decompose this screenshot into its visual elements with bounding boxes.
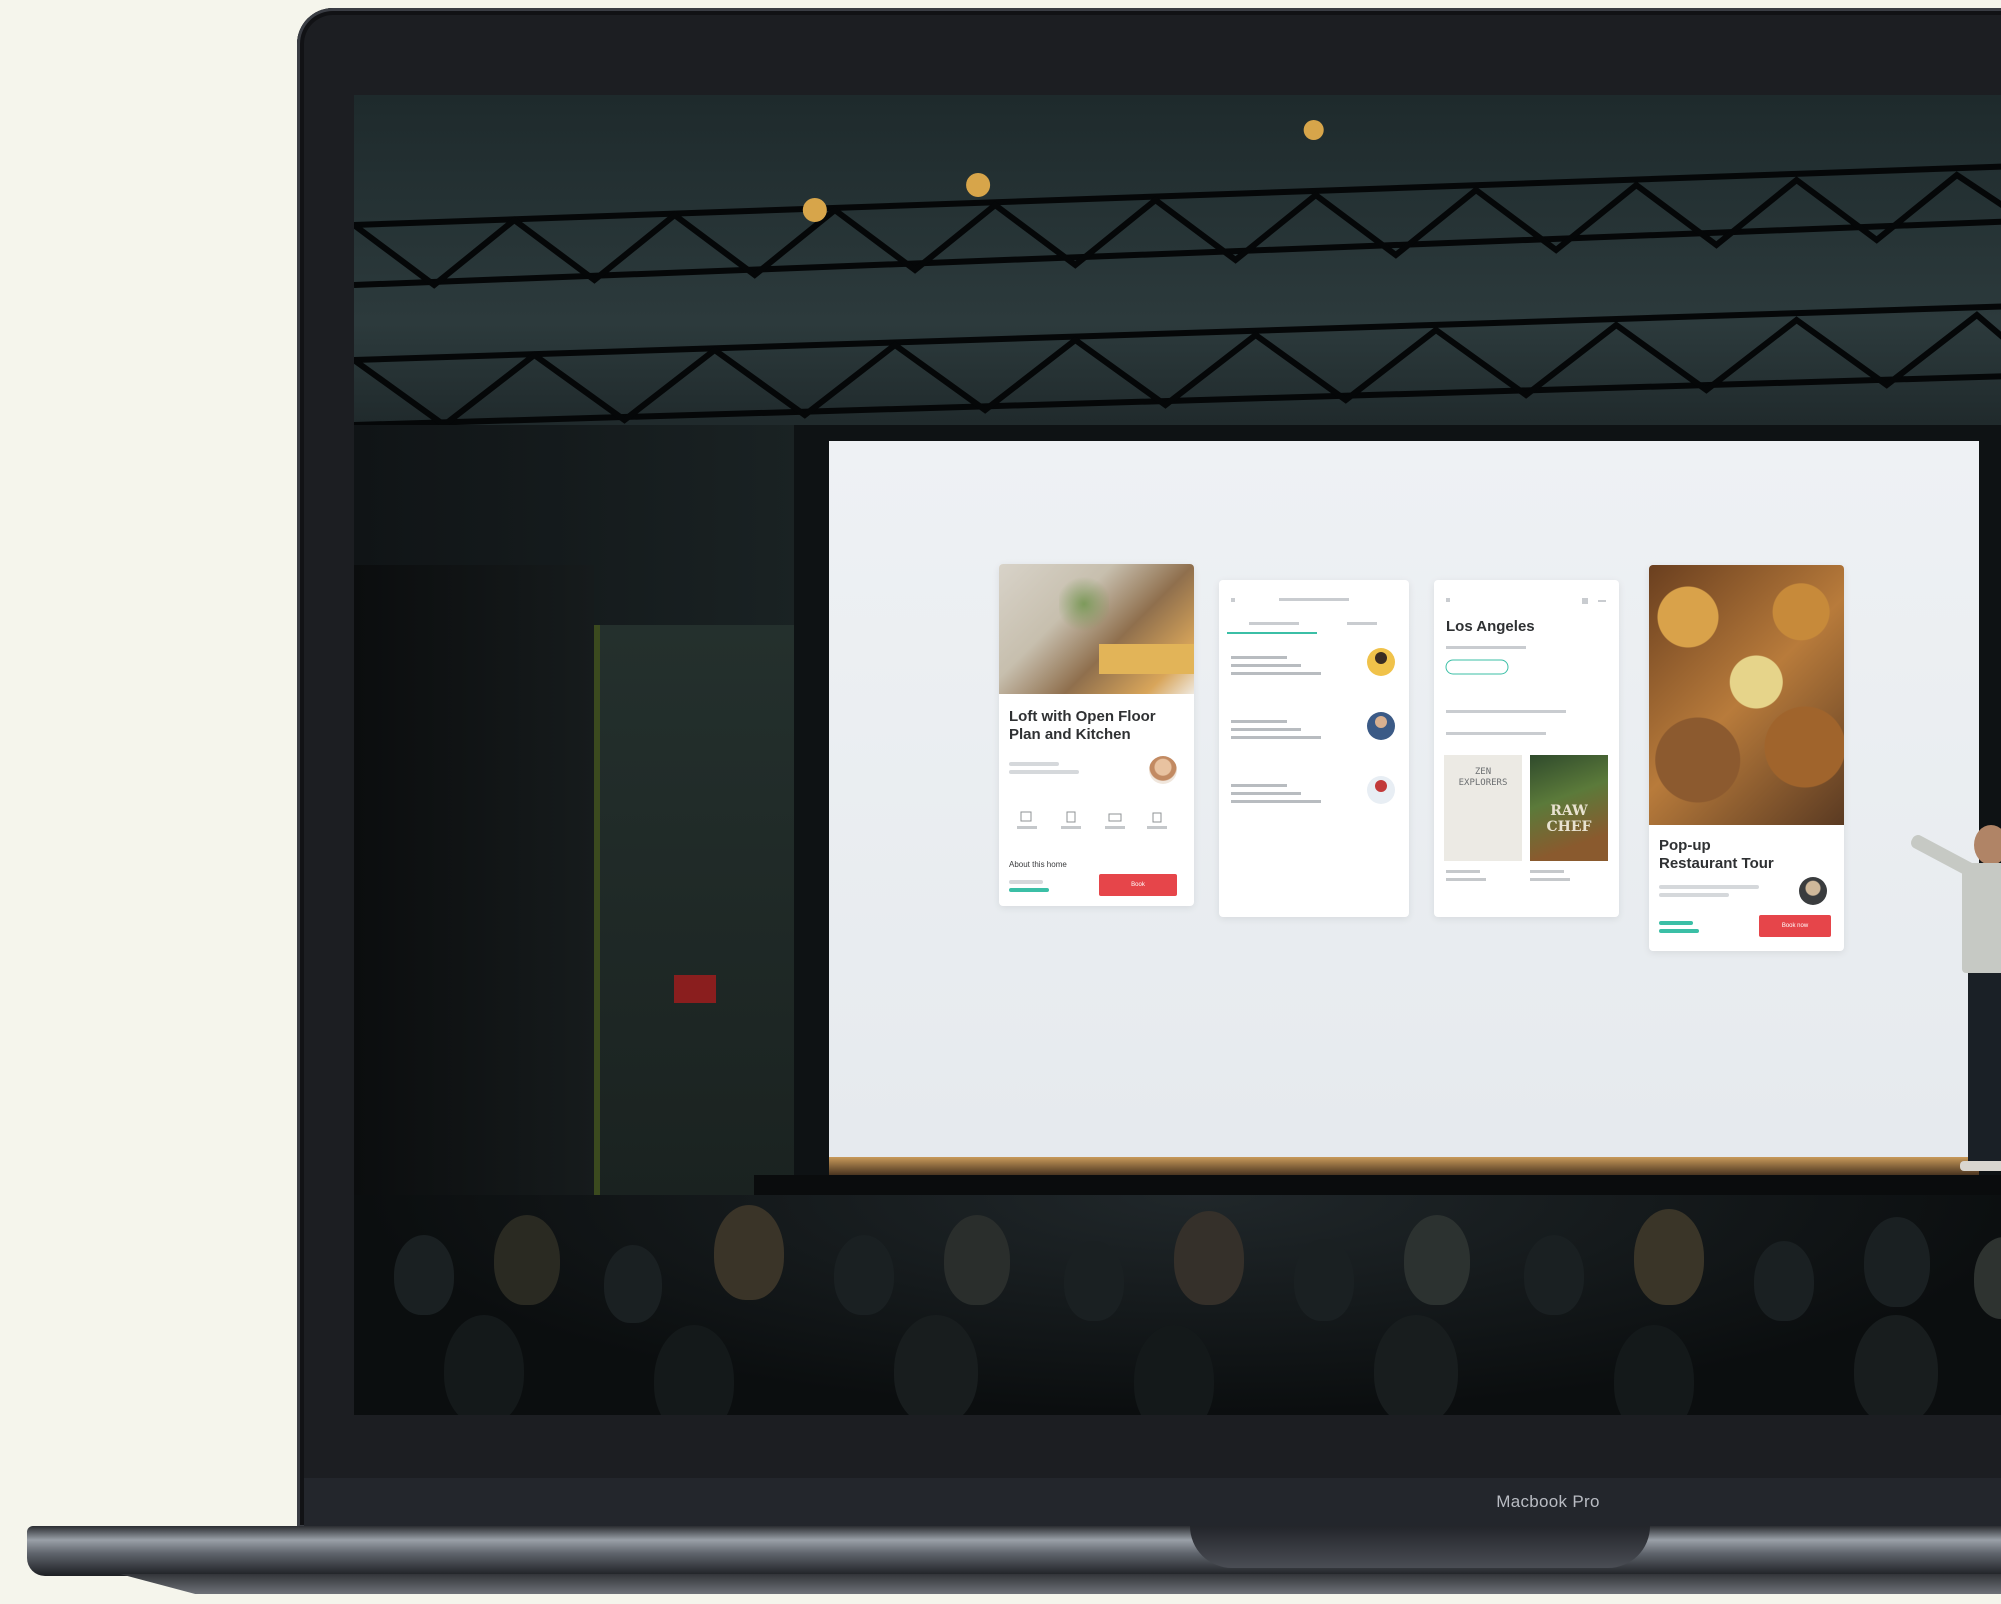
laptop-opening-notch [1190, 1526, 1650, 1568]
host-avatar-tour [1799, 877, 1827, 905]
audience-head [834, 1235, 894, 1315]
audience-head [1614, 1325, 1694, 1415]
loft-title: Loft with Open Floor Plan and Kitchen [1009, 708, 1156, 743]
audience-head [1134, 1325, 1214, 1415]
scaffold [594, 625, 816, 1205]
speaker-tower [354, 565, 594, 1215]
price-line [1009, 880, 1043, 884]
city-card-details [1445, 598, 1606, 881]
audience-head [714, 1205, 784, 1300]
audience-head [1404, 1215, 1470, 1305]
presenter-shoes [1960, 1161, 2001, 1171]
tour-desc-line [1659, 885, 1759, 889]
about-section-title: About this home [1009, 860, 1067, 869]
audience-head [1864, 1217, 1930, 1307]
book-cover-zen-explorers: ZEN EXPLORERS [1444, 755, 1522, 861]
ceiling-truss [354, 120, 2001, 429]
host-avatar [1149, 756, 1177, 784]
host-subline [1009, 770, 1079, 774]
audience-head [1974, 1237, 2001, 1319]
city-card: Los Angeles ZEN EXPLORERS RAW CHEF [1434, 580, 1619, 917]
audience-head [1064, 1241, 1124, 1321]
laptop-lid: Loft with Open Floor Plan and Kitchen Ab… [297, 8, 2001, 1528]
exit-sign [674, 975, 716, 1003]
book-title-zen: ZEN EXPLORERS [1458, 767, 1508, 788]
tour-desc-subline [1659, 893, 1729, 897]
trips-list [1227, 598, 1395, 804]
audience-head [1374, 1315, 1458, 1415]
audience-head [1634, 1209, 1704, 1305]
audience-head [1524, 1235, 1584, 1315]
loft-photo [999, 564, 1194, 694]
experience-card-tour: Pop-up Restaurant Tour Book now [1649, 565, 1844, 951]
audience-head [1174, 1211, 1244, 1305]
tour-rating [1659, 929, 1699, 933]
audience [354, 1195, 2001, 1415]
laptop-base-lip [120, 1574, 2001, 1594]
audience-head [944, 1215, 1010, 1305]
listing-card-loft: Loft with Open Floor Plan and Kitchen Ab… [999, 564, 1194, 906]
food-photo [1649, 565, 1844, 825]
tour-price-line [1659, 921, 1693, 925]
device-label: Macbook Pro [1496, 1492, 1600, 1511]
amenity-icons [1017, 811, 1167, 829]
sofa-illustration [1099, 644, 1194, 674]
presenter-head [1974, 825, 2001, 865]
presenter [1908, 825, 2001, 1205]
audience-head [394, 1235, 454, 1315]
rating-stars [1009, 888, 1049, 892]
trips-list-card [1219, 580, 1409, 917]
book-button[interactable]: Book [1099, 874, 1177, 896]
audience-head [604, 1245, 662, 1323]
audience-head [894, 1315, 978, 1415]
audience-head [1854, 1315, 1938, 1415]
laptop-base [27, 1526, 2001, 1576]
audience-head [494, 1215, 560, 1305]
book-cover-raw-chef: RAW CHEF [1530, 755, 1608, 861]
host-line [1009, 762, 1059, 766]
audience-head [1294, 1239, 1354, 1321]
laptop-screen: Loft with Open Floor Plan and Kitchen Ab… [354, 95, 2001, 1415]
book-title-raw: RAW CHEF [1546, 803, 1592, 835]
plant-illustration [1059, 574, 1109, 634]
presenter-legs [1968, 973, 2001, 1163]
audience-head [1754, 1241, 1814, 1321]
laptop-chin: Macbook Pro [304, 1478, 2001, 1528]
presenter-shirt [1962, 863, 2001, 973]
audience-head [444, 1315, 524, 1415]
tour-title: Pop-up Restaurant Tour [1659, 837, 1774, 872]
audience-head [654, 1325, 734, 1415]
book-now-button[interactable]: Book now [1759, 915, 1831, 937]
stage-light-strip [829, 1157, 1979, 1175]
